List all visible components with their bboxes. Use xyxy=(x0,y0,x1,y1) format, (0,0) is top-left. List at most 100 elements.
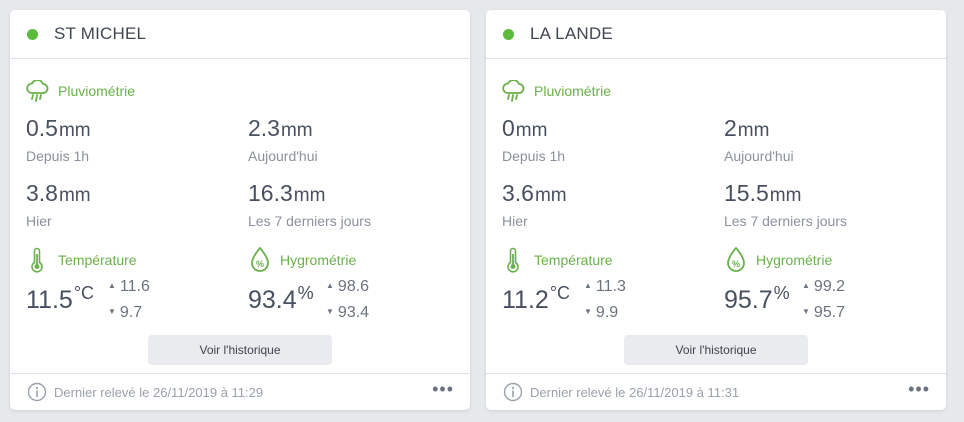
svg-text:%: % xyxy=(732,259,740,269)
rain-yesterday-value: 3.6 xyxy=(502,180,534,206)
temperature-min-value: 9.9 xyxy=(595,304,619,321)
humidity-unit: % xyxy=(297,283,314,303)
view-history-button[interactable]: Voir l'historique xyxy=(624,335,808,365)
rain-week-label: Les 7 derniers jours xyxy=(248,213,371,229)
status-indicator xyxy=(27,29,38,40)
station-name: LA LANDE xyxy=(530,24,613,43)
info-icon xyxy=(503,382,523,402)
min-arrow-icon: ▼ xyxy=(326,307,334,316)
humidity-value: 95.7 xyxy=(724,286,773,314)
rain-cloud-icon xyxy=(26,80,49,102)
temperature-current: 11.5°C xyxy=(26,283,94,315)
rain-last-hour: 0.5mm xyxy=(26,115,91,142)
rain-unit: mm xyxy=(737,120,770,141)
temperature-max: ▲ 11.6 xyxy=(108,278,150,296)
humidity-unit: % xyxy=(773,283,790,303)
rain-title: Pluviométrie xyxy=(58,83,136,99)
status-indicator xyxy=(503,29,514,40)
rain-unit: mm xyxy=(293,185,326,206)
rain-today-value: 2 xyxy=(724,115,737,141)
rain-yesterday-value: 3.8 xyxy=(26,180,58,206)
humidity-drop-icon: % xyxy=(251,247,269,272)
info-icon xyxy=(27,382,47,402)
rain-yesterday-label: Hier xyxy=(502,213,528,229)
rain-cloud-icon xyxy=(502,80,525,102)
rain-week: 15.5mm xyxy=(724,180,801,207)
max-arrow-icon: ▲ xyxy=(802,281,810,290)
humidity-drop-icon: % xyxy=(727,247,745,272)
humidity-max-value: 98.6 xyxy=(337,278,370,295)
station-name: ST MICHEL xyxy=(54,24,147,43)
temperature-max-value: 11.3 xyxy=(595,278,626,295)
rain-today: 2.3mm xyxy=(248,115,313,142)
card-header: LA LANDE xyxy=(486,10,946,59)
humidity-title: Hygrométrie xyxy=(280,252,357,268)
rain-today-label: Aujourd'hui xyxy=(724,148,794,164)
temperature-current: 11.2°C xyxy=(502,283,570,315)
rain-last-hour-label: Depuis 1h xyxy=(26,148,90,164)
rain-today: 2mm xyxy=(724,115,769,142)
max-arrow-icon: ▲ xyxy=(108,281,116,290)
rain-last-hour-value: 0 xyxy=(502,115,515,141)
rain-unit: mm xyxy=(280,120,313,141)
rain-today-label: Aujourd'hui xyxy=(248,148,318,164)
min-arrow-icon: ▼ xyxy=(108,307,116,316)
rain-title: Pluviométrie xyxy=(534,83,612,99)
svg-text:%: % xyxy=(256,259,264,269)
station-card: ST MICHEL Pluviométrie 0.5mm Depuis 1h 2… xyxy=(10,10,470,410)
rain-week-value: 15.5 xyxy=(724,180,769,206)
min-arrow-icon: ▼ xyxy=(802,307,810,316)
rain-unit: mm xyxy=(515,120,548,141)
temperature-value: 11.5 xyxy=(26,286,73,314)
rain-last-hour: 0mm xyxy=(502,115,547,142)
more-options-icon[interactable]: ••• xyxy=(908,380,930,398)
humidity-min-value: 93.4 xyxy=(337,304,370,321)
rain-week: 16.3mm xyxy=(248,180,325,207)
humidity-min: ▼ 93.4 xyxy=(326,304,369,322)
temperature-value: 11.2 xyxy=(502,286,549,314)
humidity-max: ▲ 98.6 xyxy=(326,278,369,296)
humidity-value: 93.4 xyxy=(248,286,297,314)
station-card: LA LANDE Pluviométrie 0mm Depuis 1h 2mm … xyxy=(486,10,946,410)
card-footer: Dernier relevé le 26/11/2019 à 11:29 ••• xyxy=(10,373,470,410)
humidity-max: ▲ 99.2 xyxy=(802,278,845,296)
max-arrow-icon: ▲ xyxy=(326,281,334,290)
humidity-current: 93.4% xyxy=(248,283,314,315)
more-options-icon[interactable]: ••• xyxy=(432,380,454,398)
rain-unit: mm xyxy=(58,120,91,141)
rain-unit: mm xyxy=(58,185,91,206)
temperature-title: Température xyxy=(534,252,613,268)
temperature-unit: °C xyxy=(73,283,95,303)
rain-last-hour-value: 0.5 xyxy=(26,115,58,141)
thermometer-icon xyxy=(507,247,519,273)
last-reading-text: Dernier relevé le 26/11/2019 à 11:29 xyxy=(54,385,264,400)
rain-today-value: 2.3 xyxy=(248,115,280,141)
humidity-min: ▼ 95.7 xyxy=(802,304,845,322)
humidity-title: Hygrométrie xyxy=(756,252,833,268)
rain-yesterday: 3.8mm xyxy=(26,180,91,207)
max-arrow-icon: ▲ xyxy=(584,281,592,290)
rain-week-label: Les 7 derniers jours xyxy=(724,213,847,229)
rain-yesterday-label: Hier xyxy=(26,213,52,229)
rain-yesterday: 3.6mm xyxy=(502,180,567,207)
temperature-min: ▼ 9.7 xyxy=(108,304,142,322)
view-history-button[interactable]: Voir l'historique xyxy=(148,335,332,365)
rain-unit: mm xyxy=(769,185,802,206)
temperature-max: ▲ 11.3 xyxy=(584,278,626,296)
thermometer-icon xyxy=(31,247,43,273)
min-arrow-icon: ▼ xyxy=(584,307,592,316)
last-reading-text: Dernier relevé le 26/11/2019 à 11:31 xyxy=(530,385,740,400)
humidity-current: 95.7% xyxy=(724,283,790,315)
temperature-max-value: 11.6 xyxy=(119,278,150,295)
humidity-max-value: 99.2 xyxy=(813,278,846,295)
rain-week-value: 16.3 xyxy=(248,180,293,206)
card-footer: Dernier relevé le 26/11/2019 à 11:31 ••• xyxy=(486,373,946,410)
temperature-unit: °C xyxy=(549,283,571,303)
temperature-min-value: 9.7 xyxy=(119,304,143,321)
rain-unit: mm xyxy=(534,185,567,206)
temperature-title: Température xyxy=(58,252,137,268)
temperature-min: ▼ 9.9 xyxy=(584,304,618,322)
rain-last-hour-label: Depuis 1h xyxy=(502,148,566,164)
humidity-min-value: 95.7 xyxy=(813,304,846,321)
card-header: ST MICHEL xyxy=(10,10,470,59)
